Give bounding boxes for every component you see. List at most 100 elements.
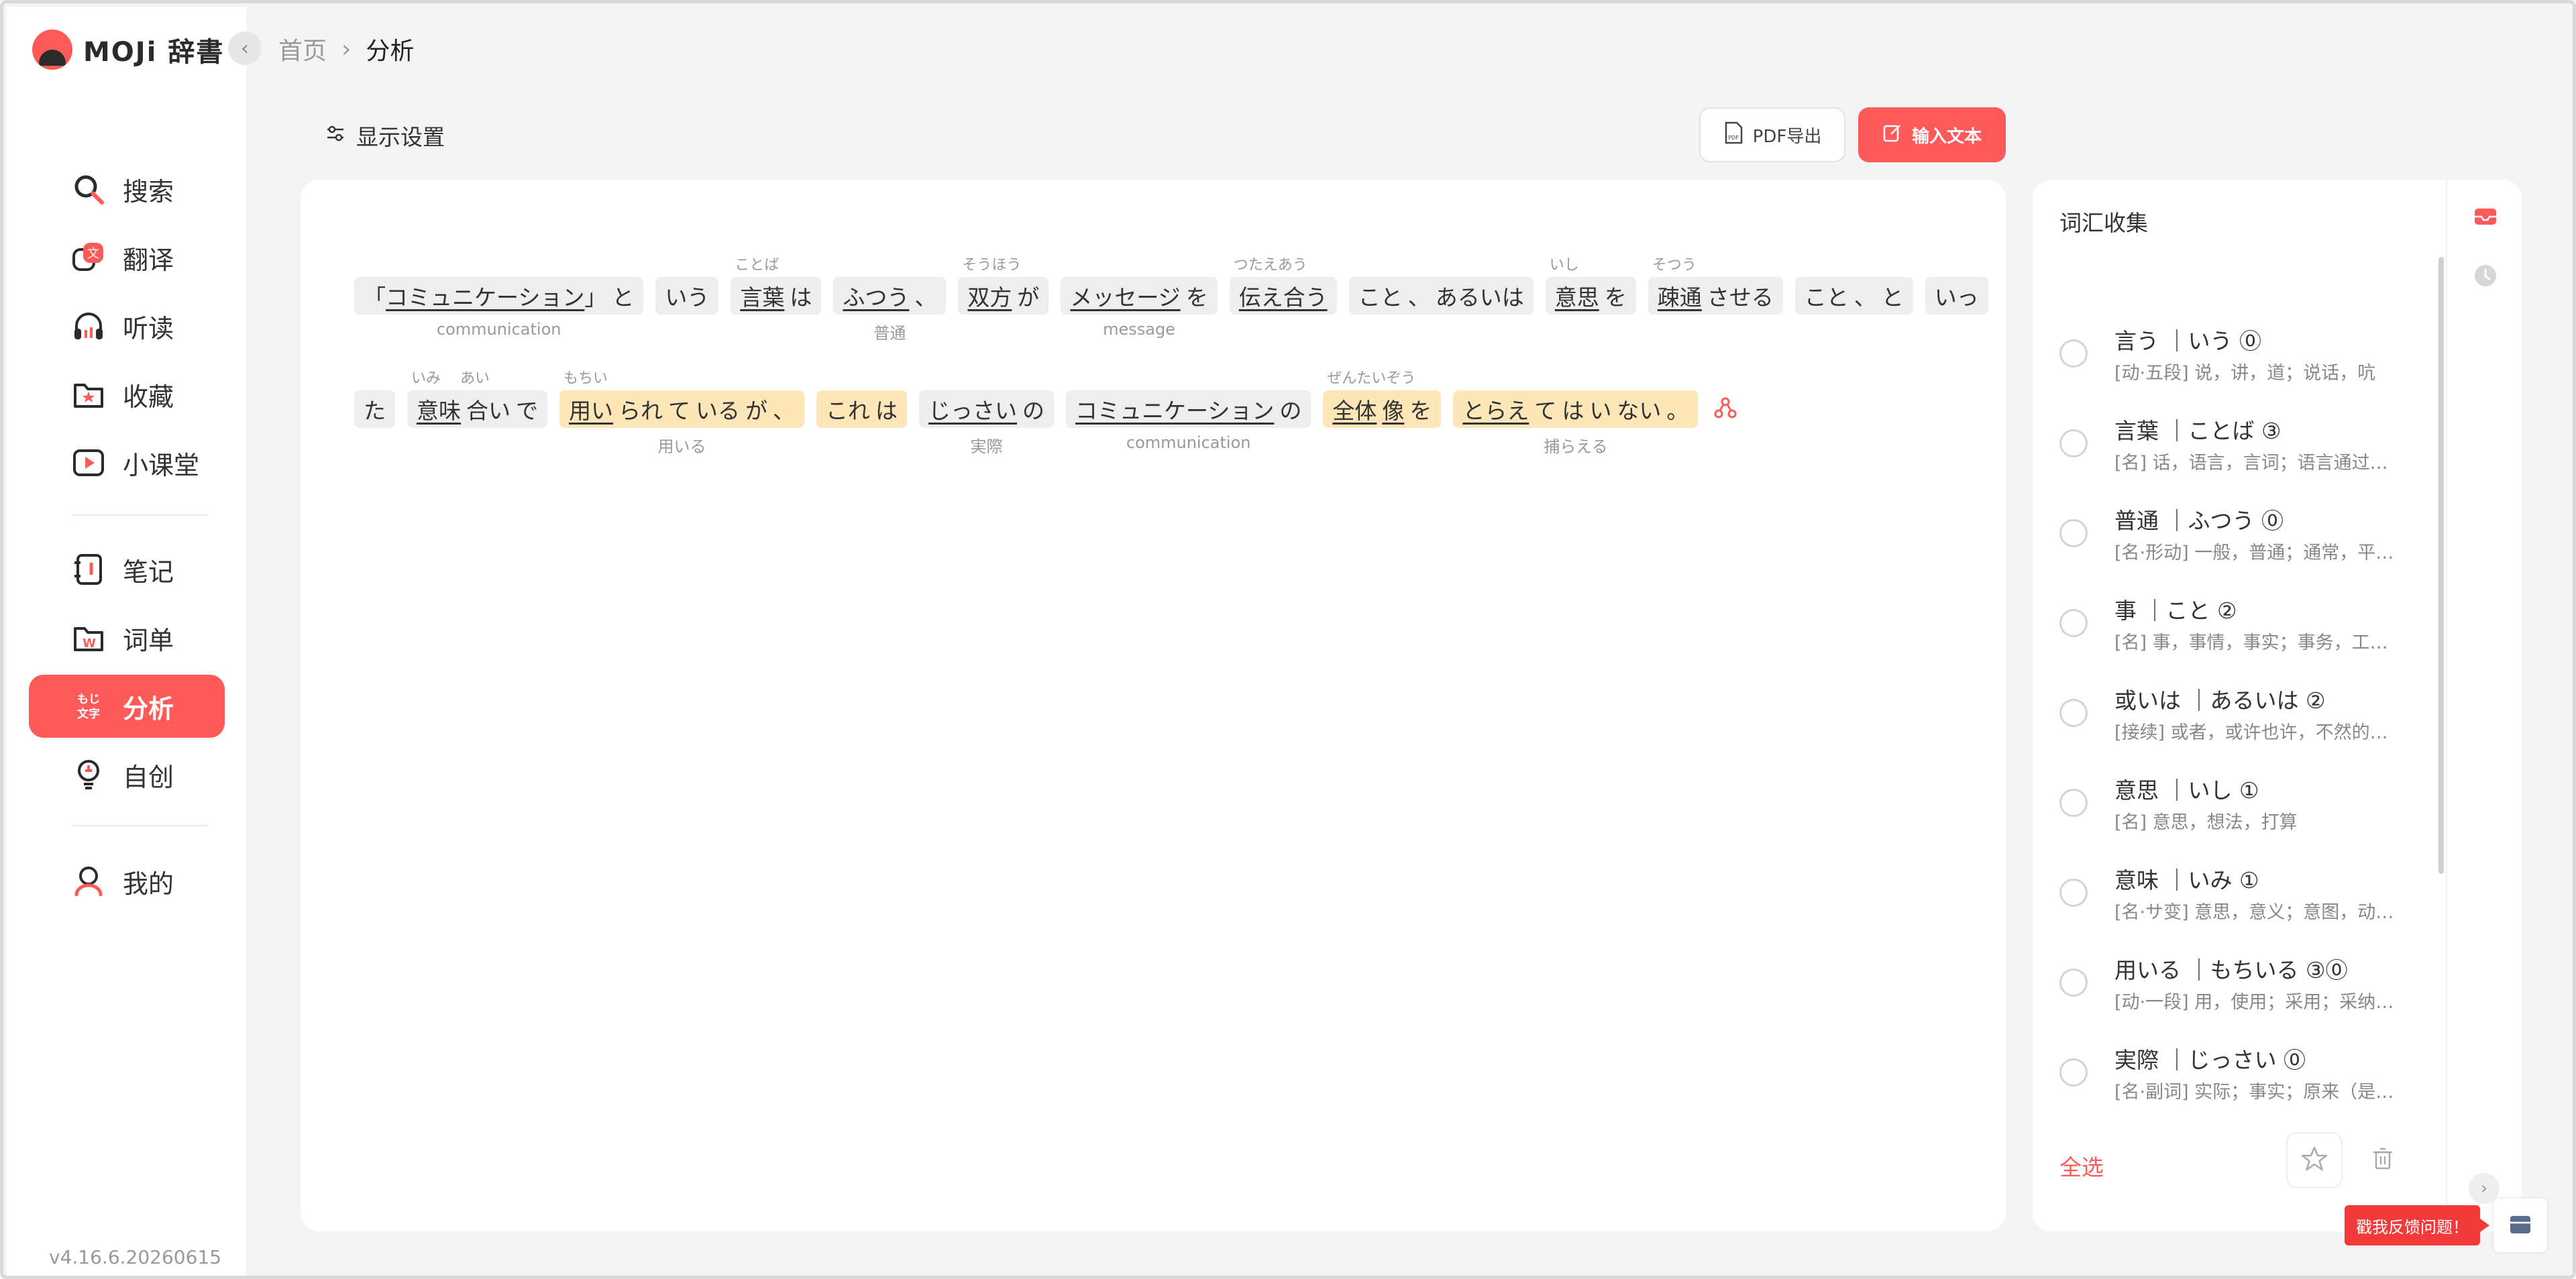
svg-text:もじ: もじ bbox=[77, 693, 100, 706]
word-token[interactable]: 双方が そうほう bbox=[958, 257, 1049, 315]
sidebar-item-search[interactable]: 搜索 bbox=[29, 158, 225, 221]
vocab-item[interactable]: 意思 ｜いし ① [名] 意思，想法，打算 bbox=[2059, 766, 2422, 856]
word-token[interactable]: 意味 合いで いみ あい bbox=[407, 370, 547, 428]
word-token[interactable]: 全体像を ぜんたいぞう bbox=[1323, 370, 1442, 428]
vocab-checkbox[interactable] bbox=[2059, 429, 2088, 457]
wordlist-icon: W bbox=[69, 618, 108, 657]
vocab-checkbox[interactable] bbox=[2059, 699, 2088, 727]
vocab-definition: [名] 话，语言，言词；语言通过… bbox=[2114, 453, 2388, 474]
inbox-icon[interactable] bbox=[2471, 203, 2500, 231]
vocab-item[interactable]: 或いは ｜あるいは ② [接续] 或者，或许也许，不然的… bbox=[2059, 676, 2422, 766]
display-settings-button[interactable]: 显示设置 bbox=[325, 119, 445, 152]
vocab-checkbox[interactable] bbox=[2059, 609, 2088, 637]
input-text-button[interactable]: 输入文本 bbox=[1858, 107, 2006, 162]
furigana: いし bbox=[1549, 257, 1579, 274]
select-all-button[interactable]: 全选 bbox=[2059, 1150, 2104, 1182]
token-text: コミュニケーション bbox=[1075, 398, 1275, 424]
token-text: を bbox=[1409, 398, 1432, 424]
sidebar-item-favorites[interactable]: 收藏 bbox=[29, 363, 225, 426]
token-text: 、 bbox=[914, 284, 937, 311]
token-text: 用い bbox=[569, 398, 613, 424]
word-token[interactable]: 言葉はことば bbox=[731, 257, 822, 315]
vocab-checkbox[interactable] bbox=[2059, 519, 2088, 547]
vocab-checkbox[interactable] bbox=[2059, 339, 2088, 368]
sidebar-item-notes[interactable]: 笔记 bbox=[29, 538, 225, 601]
word-token[interactable]: メッセージを message bbox=[1061, 277, 1218, 339]
word-token[interactable]: 伝え合う つたえあう bbox=[1229, 257, 1337, 315]
word-token[interactable]: 「コミュニケーション」と communication bbox=[354, 277, 644, 339]
word-token[interactable]: た bbox=[354, 390, 395, 428]
sidebar-item-profile[interactable]: 我的 bbox=[29, 850, 225, 913]
sidebar-item-label: 词单 bbox=[123, 625, 174, 655]
delete-button[interactable] bbox=[2355, 1132, 2411, 1188]
expand-panel-button[interactable]: › bbox=[2469, 1173, 2500, 1204]
vocab-checkbox[interactable] bbox=[2059, 879, 2088, 907]
token-text: とらえ bbox=[1462, 398, 1529, 424]
history-icon[interactable] bbox=[2471, 262, 2500, 290]
message-box-icon bbox=[2507, 1211, 2534, 1240]
vocab-item[interactable]: 言う ｜いう ⓪ [动·五段] 说，讲，道；说话，吭 bbox=[2059, 317, 2422, 406]
feedback-button[interactable]: 戳我反馈问题！ bbox=[2345, 1205, 2489, 1245]
vocab-item[interactable]: 言葉 ｜ことば ③ [名] 话，语言，言词；语言通过… bbox=[2059, 406, 2422, 496]
vocab-scrollbar[interactable] bbox=[2438, 257, 2444, 874]
sidebar-item-label: 我的 bbox=[123, 869, 174, 899]
sidebar-item-listen[interactable]: 听读 bbox=[29, 294, 225, 357]
word-token[interactable]: 意思を いし bbox=[1545, 257, 1636, 315]
word-token[interactable]: とらえてはいない。捕らえる bbox=[1453, 390, 1699, 456]
vocab-definition: [名·サ变] 意思，意义；意图，动… bbox=[2114, 902, 2394, 923]
sidebar-item-label: 听读 bbox=[123, 313, 174, 343]
sidebar-item-label: 收藏 bbox=[123, 382, 174, 412]
vocab-item[interactable]: 意味 ｜いみ ① [名·サ变] 意思，意义；意图，动… bbox=[2059, 856, 2422, 946]
vocab-item[interactable]: 用いる ｜もちいる ③⓪ [动·一段] 用，使用；采用；采纳… bbox=[2059, 946, 2422, 1036]
token-text: た bbox=[364, 398, 386, 424]
sidebar-item-analysis[interactable]: もじ 文字 分析 bbox=[29, 675, 225, 738]
breadcrumb-home[interactable]: 首页 bbox=[278, 32, 327, 66]
sidebar-item-classroom[interactable]: 小课堂 bbox=[29, 431, 225, 494]
token-text: いう bbox=[665, 284, 710, 311]
vocab-item[interactable]: 普通 ｜ふつう ⓪ [名·形动] 一般，普通；通常，平… bbox=[2059, 496, 2422, 586]
word-token[interactable]: コミュニケーションの communication bbox=[1066, 390, 1311, 452]
vocab-definition: [名] 意思，想法，打算 bbox=[2114, 812, 2298, 833]
word-token[interactable]: これは bbox=[816, 390, 907, 428]
word-token[interactable]: 疎通 させる そつう bbox=[1648, 257, 1783, 315]
token-text: 合い bbox=[466, 398, 511, 424]
collapse-sidebar-button[interactable]: ‹ bbox=[228, 32, 262, 65]
app-logo[interactable]: MOJi 辞書 bbox=[32, 30, 224, 70]
vocab-checkbox[interactable] bbox=[2059, 789, 2088, 817]
token-text: を bbox=[1604, 284, 1627, 311]
token-text: の bbox=[1279, 398, 1302, 424]
vocab-checkbox[interactable] bbox=[2059, 968, 2088, 997]
sidebar-item-wordlist[interactable]: W 词单 bbox=[29, 606, 225, 669]
list-fade bbox=[2033, 1105, 2446, 1132]
sidebar-item-create[interactable]: 自创 bbox=[29, 743, 225, 806]
word-token[interactable]: じっさいの実際 bbox=[919, 390, 1054, 456]
token-text: は bbox=[790, 284, 812, 311]
breadcrumb-current: 分析 bbox=[366, 38, 415, 65]
token-text: い bbox=[1589, 398, 1612, 424]
notebook-icon bbox=[69, 550, 108, 589]
feedback-box[interactable] bbox=[2493, 1199, 2547, 1252]
vocab-title: 词汇收集 bbox=[2059, 210, 2148, 236]
word-token[interactable]: ふつう、普通 bbox=[833, 277, 947, 343]
token-gloss: 用いる bbox=[657, 437, 706, 456]
sidebar-item-translate[interactable]: 文 翻译 bbox=[29, 226, 225, 289]
vocab-definition: [名·副词] 实际；事实；原来（是… bbox=[2114, 1082, 2394, 1103]
word-token[interactable]: 用い られているが、 もちい 用いる bbox=[559, 370, 804, 456]
pdf-export-button[interactable]: PDF PDF导出 bbox=[1699, 107, 1845, 162]
token-text: 像 bbox=[1382, 398, 1405, 424]
word-token[interactable]: こと、と bbox=[1794, 277, 1913, 315]
token-text: あるいは bbox=[1435, 284, 1524, 311]
word-token[interactable]: いっ bbox=[1925, 277, 1988, 315]
translate-icon: 文 bbox=[69, 238, 108, 277]
favorite-button[interactable] bbox=[2286, 1132, 2343, 1188]
nav-divider bbox=[72, 825, 208, 826]
word-token[interactable]: こと、あるいは bbox=[1348, 277, 1534, 315]
token-text: メッセージ bbox=[1070, 284, 1181, 311]
sentence-structure-icon[interactable] bbox=[1714, 396, 1737, 422]
word-token[interactable]: いう bbox=[655, 277, 719, 315]
user-icon bbox=[69, 862, 108, 901]
vocab-item[interactable]: 事 ｜こと ② [名] 事，事情，事实；事务，工… bbox=[2059, 586, 2422, 676]
app-version: v4.16.6.20260615 bbox=[49, 1246, 222, 1268]
edit-icon bbox=[1882, 123, 1902, 148]
vocab-checkbox[interactable] bbox=[2059, 1058, 2088, 1087]
